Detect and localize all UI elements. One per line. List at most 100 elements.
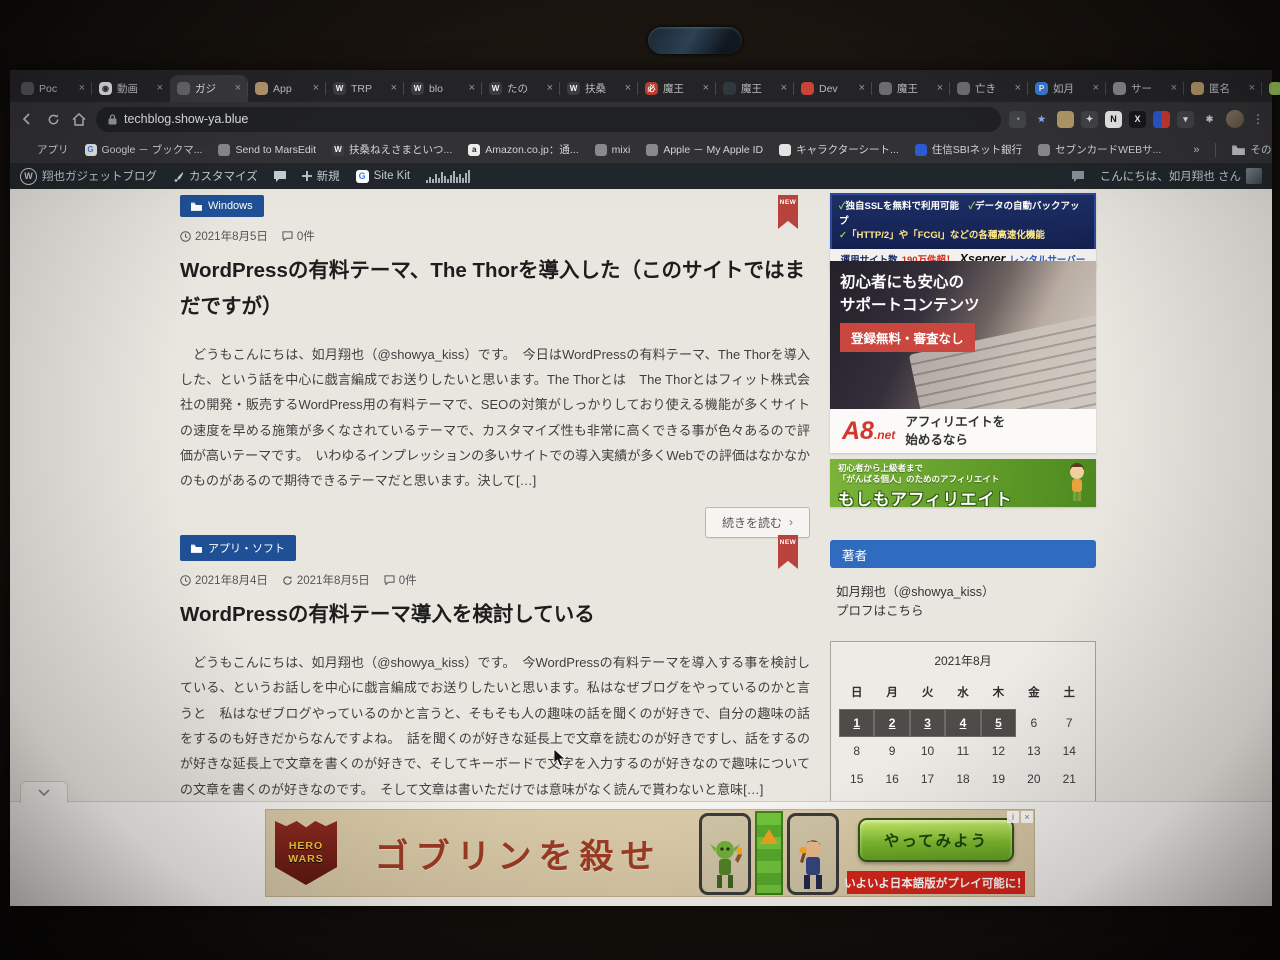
calendar-day[interactable]: 14 <box>1052 737 1087 765</box>
browser-tab[interactable]: W blo <box>404 75 482 102</box>
browser-tab[interactable]: App <box>248 75 326 102</box>
browser-tab[interactable]: 匿名 <box>1184 75 1262 102</box>
bookmarks-overflow-chevron[interactable]: » <box>1193 144 1199 156</box>
bookmark-item[interactable]: W 扶桑ねえさまといつ... <box>332 142 452 157</box>
extension-icon[interactable] <box>1057 111 1074 128</box>
category-badge[interactable]: アプリ・ソフト <box>180 535 296 561</box>
browser-tab[interactable]: Poc <box>14 75 92 102</box>
browser-tab[interactable]: W 扶桑 <box>560 75 638 102</box>
profile-avatar[interactable] <box>1226 110 1244 128</box>
tab-close-icon[interactable] <box>1249 83 1255 94</box>
browser-tab[interactable]: 魔王 <box>716 75 794 102</box>
tab-close-icon[interactable] <box>391 83 397 94</box>
post-title[interactable]: WordPressの有料テーマ、The Thorを導入した（このサイトではまだで… <box>180 253 810 325</box>
calendar-day[interactable]: 20 <box>1016 765 1051 793</box>
wp-site-menu[interactable]: W 翔也ガジェットブログ <box>20 168 157 185</box>
post-comments[interactable]: 0件 <box>384 572 417 588</box>
calendar-day[interactable]: 5 <box>981 709 1016 737</box>
bookmark-item[interactable]: 住信SBIネット銀行 <box>915 142 1022 157</box>
tab-close-icon[interactable] <box>703 83 709 94</box>
extension-icon[interactable]: ◔ <box>1009 111 1026 128</box>
back-icon[interactable] <box>18 110 36 128</box>
browser-tab[interactable]: 魔王 <box>872 75 950 102</box>
bookmark-item[interactable]: Apple － My Apple ID <box>646 142 763 157</box>
ad-close-icon[interactable]: × <box>1021 811 1033 823</box>
wp-customize-link[interactable]: カスタマイズ <box>173 168 258 184</box>
extension-icon[interactable]: ▾ <box>1177 111 1194 128</box>
refresh-icon[interactable] <box>44 110 62 128</box>
extension-icon[interactable]: N <box>1105 111 1122 128</box>
tab-close-icon[interactable] <box>157 83 163 94</box>
browser-tab[interactable]: Dev <box>794 75 872 102</box>
calendar-day[interactable]: 2 <box>874 709 909 737</box>
calendar-day[interactable]: 16 <box>874 765 909 793</box>
calendar-day[interactable]: 11 <box>945 737 980 765</box>
hero-wars-ad-banner[interactable]: i × HEROWARS ゴブリンを殺せ <box>265 809 1035 897</box>
home-icon[interactable] <box>70 110 88 128</box>
extension-icon[interactable]: ★ <box>1033 111 1050 128</box>
calendar-day[interactable]: 10 <box>910 737 945 765</box>
calendar-day[interactable]: 15 <box>839 765 874 793</box>
author-profile-link[interactable]: プロフはこちら <box>836 604 924 618</box>
post-title[interactable]: WordPressの有料テーマ導入を検討している <box>180 597 810 633</box>
bookmark-item[interactable]: セブンカードWEBサ... <box>1038 142 1161 157</box>
bookmark-item[interactable]: G Google － ブックマ... <box>85 142 203 157</box>
calendar-day[interactable]: 19 <box>981 765 1016 793</box>
tab-close-icon[interactable] <box>937 83 943 94</box>
calendar-day[interactable]: 12 <box>981 737 1016 765</box>
browser-tab[interactable]: ログ <box>1262 75 1280 102</box>
tab-close-icon[interactable] <box>625 83 631 94</box>
a8net-ad-banner[interactable]: 初心者にも安心のサポートコンテンツ 登録無料・審査なし A8.net アフィリエ… <box>830 261 1096 453</box>
extension-icon[interactable] <box>1153 111 1170 128</box>
extension-icon[interactable]: ✦ <box>1081 111 1098 128</box>
calendar-day[interactable]: 9 <box>874 737 909 765</box>
tab-close-icon[interactable] <box>313 83 319 94</box>
tab-close-icon[interactable] <box>1093 83 1099 94</box>
tab-close-icon[interactable] <box>859 83 865 94</box>
bookmark-item[interactable]: a Amazon.co.jp：通... <box>468 142 578 157</box>
calendar-day[interactable]: 6 <box>1016 709 1051 737</box>
ad-info-icon[interactable]: i <box>1007 811 1019 823</box>
post-comments[interactable]: 0件 <box>282 228 315 244</box>
browser-tab[interactable]: P 如月 <box>1028 75 1106 102</box>
other-bookmarks[interactable]: その他のブックマーク <box>1232 142 1272 157</box>
calendar-day[interactable]: 18 <box>945 765 980 793</box>
browser-menu-icon[interactable] <box>1252 112 1264 126</box>
tab-close-icon[interactable] <box>547 83 553 94</box>
calendar-day[interactable]: 7 <box>1052 709 1087 737</box>
browser-tab[interactable]: サー <box>1106 75 1184 102</box>
ad-cta-button[interactable]: やってみよう <box>858 818 1014 862</box>
browser-tab[interactable]: 必 魔王 <box>638 75 716 102</box>
wp-comments-icon[interactable] <box>274 171 286 182</box>
calendar-day[interactable]: 13 <box>1016 737 1051 765</box>
tab-close-icon[interactable] <box>781 83 787 94</box>
address-bar[interactable]: techblog.show-ya.blue <box>96 107 1001 132</box>
wp-greeting[interactable]: こんにちは、如月翔也 さん <box>1100 168 1262 184</box>
browser-tab[interactable]: 亡き <box>950 75 1028 102</box>
browser-tab[interactable]: W たの <box>482 75 560 102</box>
calendar-day[interactable]: 8 <box>839 737 874 765</box>
moshimo-ad-banner[interactable]: 初心者から上級者まで「がんばる個人」のためのアフィリエイト もしもアフィリエイト <box>830 459 1096 507</box>
browser-tab[interactable]: ◉ 動画 <box>92 75 170 102</box>
extension-icon[interactable]: X <box>1129 111 1146 128</box>
bookmark-item[interactable]: アプリ <box>20 142 69 157</box>
browser-tab[interactable]: W TRP <box>326 75 404 102</box>
xserver-ad-banner[interactable]: ✓独自SSLを無料で利用可能 ✓データの自動バックアップ ✓「HTTP/2」や「… <box>830 193 1096 269</box>
bookmark-item[interactable]: mixi <box>595 144 631 156</box>
wp-new-link[interactable]: 新規 <box>302 168 340 184</box>
bookmark-item[interactable]: Send to MarsEdit <box>218 144 316 156</box>
tab-close-icon[interactable] <box>1171 83 1177 94</box>
read-more-button[interactable]: 続きを読む <box>705 507 810 538</box>
calendar-day[interactable]: 4 <box>945 709 980 737</box>
calendar-day[interactable]: 3 <box>910 709 945 737</box>
tab-close-icon[interactable] <box>469 83 475 94</box>
extension-icon[interactable]: ✱ <box>1201 111 1218 128</box>
tab-close-icon[interactable] <box>1015 83 1021 94</box>
calendar-day[interactable]: 21 <box>1052 765 1087 793</box>
tab-close-icon[interactable] <box>235 83 241 94</box>
bookmark-item[interactable]: キャラクターシート... <box>779 142 899 157</box>
wp-notification-icon[interactable] <box>1072 171 1084 182</box>
category-badge[interactable]: Windows <box>180 195 264 217</box>
wp-sitekit-link[interactable]: G Site Kit <box>356 170 410 183</box>
ad-collapse-button[interactable] <box>20 781 68 803</box>
